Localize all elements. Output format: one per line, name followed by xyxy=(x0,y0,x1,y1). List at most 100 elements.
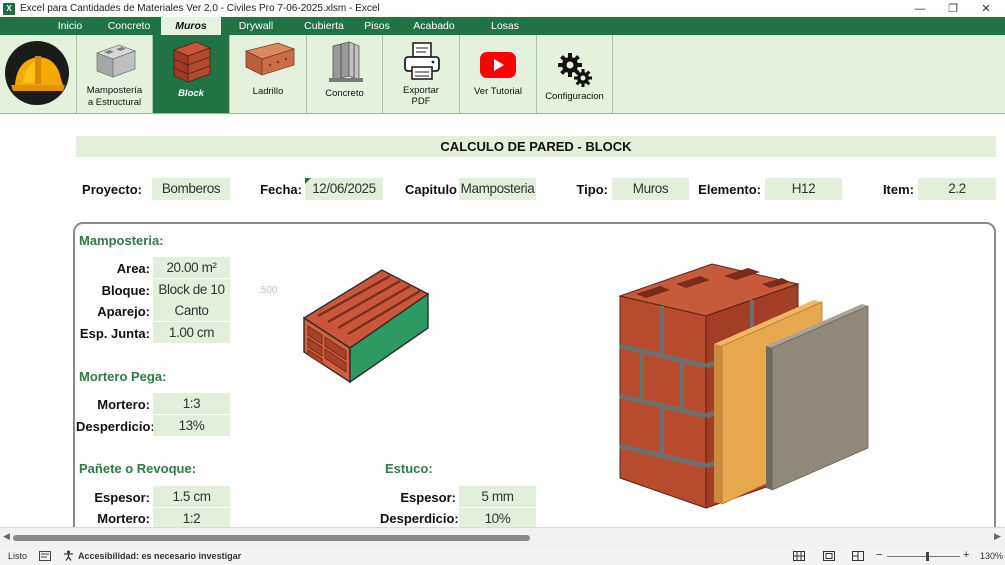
concrete-wall-icon xyxy=(329,41,363,82)
excel-app-icon: X xyxy=(3,2,15,15)
hardhat-logo-icon xyxy=(5,41,69,105)
tab-pisos[interactable]: Pisos xyxy=(356,17,398,35)
panete-espesor-value[interactable]: 1.5 cm xyxy=(153,486,230,507)
zoom-in-icon[interactable]: + xyxy=(963,549,969,561)
mortero-title: Mortero Pega: xyxy=(79,369,167,384)
accessibility-icon[interactable] xyxy=(63,550,74,561)
estuco-title: Estuco: xyxy=(385,461,433,476)
ribbon: Mampostería a Estructural Block Ladrillo… xyxy=(0,35,1005,114)
mamposteria-estructural-button[interactable]: Mampostería a Estructural xyxy=(76,35,153,113)
block-button[interactable]: Block xyxy=(153,35,230,113)
tab-concreto[interactable]: Concreto xyxy=(101,17,157,35)
mamposteria-label-2: a Estructural xyxy=(87,97,142,108)
area-label: Area: xyxy=(116,261,150,276)
config-label: Configuracion xyxy=(545,91,604,102)
exportar-label-1: Exportar xyxy=(403,85,439,96)
fecha-value[interactable]: 12/06/2025 xyxy=(305,178,383,200)
zoom-slider[interactable] xyxy=(887,556,960,557)
printer-icon xyxy=(404,42,440,80)
tipo-label: Tipo: xyxy=(576,182,608,197)
elemento-value[interactable]: H12 xyxy=(765,178,842,200)
status-bar: Listo Accesibilidad: es necesario invest… xyxy=(0,547,1005,565)
tutorial-label: Ver Tutorial xyxy=(473,86,523,97)
proyecto-label: Proyecto: xyxy=(82,182,142,197)
mortero-label: Mortero: xyxy=(97,397,150,412)
desperdicio-value[interactable]: 13% xyxy=(153,415,230,436)
configuracion-button[interactable]: Configuracion xyxy=(537,35,613,113)
mortero-value[interactable]: 1:3 xyxy=(153,393,230,414)
close-button[interactable]: ✕ xyxy=(970,0,1002,17)
panete-espesor-label: Espesor: xyxy=(94,490,150,505)
ladrillo-label: Ladrillo xyxy=(252,86,284,97)
panete-title: Pañete o Revoque: xyxy=(79,461,197,476)
concreto-label: Concreto xyxy=(325,88,364,99)
estuco-espesor-label: Espesor: xyxy=(400,490,456,505)
comment-indicator xyxy=(305,178,311,184)
elemento-label: Elemento: xyxy=(698,182,761,197)
mamposteria-title: Mamposteria: xyxy=(79,233,164,248)
junta-value[interactable]: 1.00 cm xyxy=(153,322,230,343)
window-title: Excel para Cantidades de Materiales Ver … xyxy=(20,3,380,14)
bloque-label: Bloque: xyxy=(101,283,150,298)
bloque-value[interactable]: Block de 10 xyxy=(153,279,230,300)
scroll-right-icon[interactable]: ▶ xyxy=(994,531,1001,542)
restore-button[interactable]: ❐ xyxy=(937,0,969,17)
ver-tutorial-button[interactable]: Ver Tutorial xyxy=(460,35,537,113)
concreto-button[interactable]: Concreto xyxy=(307,35,383,113)
sheet-banner: CALCULO DE PARED - BLOCK xyxy=(76,136,996,157)
scroll-left-icon[interactable]: ◀ xyxy=(3,531,10,542)
zoom-slider-thumb[interactable] xyxy=(926,552,929,561)
block-illustration-icon xyxy=(302,269,430,384)
item-value[interactable]: 2.2 xyxy=(918,178,996,200)
junta-label: Esp. Junta: xyxy=(79,326,150,341)
gear-icon xyxy=(558,53,592,87)
block-label: Block xyxy=(178,88,204,99)
item-label: Item: xyxy=(882,182,914,197)
estuco-espesor-value[interactable]: 5 mm xyxy=(459,486,536,507)
mamposteria-label-1: Mampostería xyxy=(86,85,143,96)
scrollbar-thumb[interactable] xyxy=(13,535,530,541)
page-layout-view-icon[interactable] xyxy=(823,551,835,561)
area-value[interactable]: 20.00 m² xyxy=(153,257,230,278)
faint-number: .500 xyxy=(258,285,278,296)
zoom-out-icon[interactable]: − xyxy=(876,549,882,561)
red-block-icon xyxy=(172,41,212,83)
capitulo-label: Capitulo xyxy=(405,182,457,197)
tab-acabado[interactable]: Acabado xyxy=(406,17,462,35)
wall-layers-illustration-icon xyxy=(618,263,869,509)
proyecto-value[interactable]: Bomberos xyxy=(152,178,230,200)
tab-losas[interactable]: Losas xyxy=(482,17,528,35)
capitulo-value[interactable]: Mamposteria xyxy=(459,178,536,200)
youtube-play-icon xyxy=(480,52,516,78)
clay-brick-icon xyxy=(244,42,296,76)
title-bar: X Excel para Cantidades de Materiales Ve… xyxy=(0,0,1005,17)
accessibility-status[interactable]: Accesibilidad: es necesario investigar xyxy=(78,551,241,561)
worksheet: CALCULO DE PARED - BLOCK Proyecto: Bombe… xyxy=(0,114,1005,527)
panete-mortero-label: Mortero: xyxy=(97,511,150,526)
tab-inicio[interactable]: Inicio xyxy=(46,17,94,35)
estuco-desperdicio-value[interactable]: 10% xyxy=(459,508,536,527)
zoom-level[interactable]: 130% xyxy=(980,551,1003,561)
exportar-label-2: PDF xyxy=(411,96,431,107)
macro-record-icon[interactable] xyxy=(39,551,51,561)
tab-drywall[interactable]: Drywall xyxy=(228,17,284,35)
normal-view-icon[interactable] xyxy=(793,551,805,561)
ladrillo-button[interactable]: Ladrillo xyxy=(230,35,307,113)
tab-cubierta[interactable]: Cubierta xyxy=(296,17,352,35)
tab-muros[interactable]: Muros xyxy=(161,17,221,35)
fecha-label: Fecha: xyxy=(260,182,302,197)
ready-status: Listo xyxy=(8,551,28,561)
panete-mortero-value[interactable]: 1:2 xyxy=(153,508,230,527)
aparejo-value[interactable]: Canto xyxy=(153,300,230,321)
aparejo-label: Aparejo: xyxy=(97,304,150,319)
page-break-view-icon[interactable] xyxy=(852,551,864,561)
estuco-desperdicio-label: Desperdicio: xyxy=(380,511,459,526)
excel-window: X Excel para Cantidades de Materiales Ve… xyxy=(0,0,1005,565)
tipo-value[interactable]: Muros xyxy=(612,178,689,200)
horizontal-scrollbar[interactable]: ◀ ▶ xyxy=(0,527,1005,547)
ribbon-tabs: Inicio Concreto Muros Drywall Cubierta P… xyxy=(0,17,1005,35)
desperdicio-label: Desperdicio: xyxy=(76,419,155,434)
minimize-button[interactable]: — xyxy=(904,0,936,17)
exportar-pdf-button[interactable]: Exportar PDF xyxy=(383,35,460,113)
concrete-block-icon xyxy=(95,44,137,78)
